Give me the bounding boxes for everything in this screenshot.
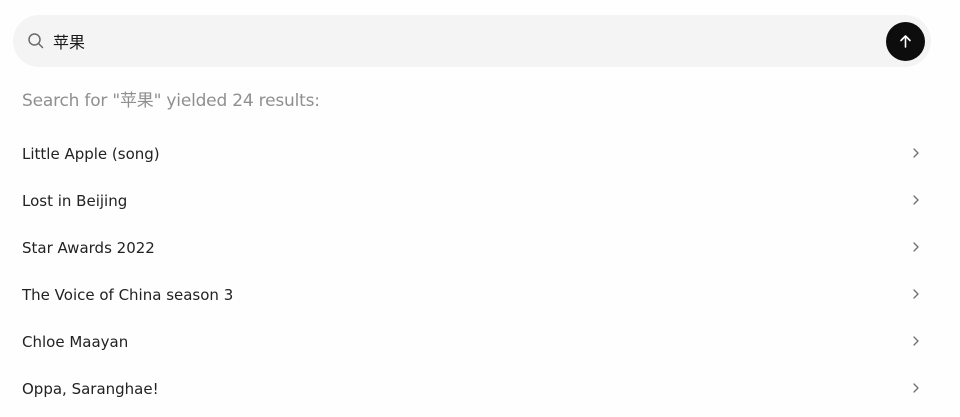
results-list: Little Apple (song) Lost in Beijing Star…: [0, 130, 960, 412]
chevron-right-icon: [913, 148, 919, 158]
search-page: Search for "苹果" yielded 24 results: Litt…: [0, 0, 960, 417]
list-item[interactable]: Chloe Maayan: [0, 318, 960, 365]
submit-search-button[interactable]: [886, 22, 925, 61]
result-label: Lost in Beijing: [22, 192, 128, 210]
results-summary: Search for "苹果" yielded 24 results:: [22, 91, 320, 111]
search-icon: [28, 33, 44, 49]
result-label: Oppa, Saranghae!: [22, 380, 159, 398]
arrow-up-icon: [900, 35, 911, 48]
chevron-right-icon: [913, 195, 919, 205]
chevron-right-icon: [913, 336, 919, 346]
list-item[interactable]: Star Awards 2022: [0, 224, 960, 271]
result-label: The Voice of China season 3: [22, 286, 234, 304]
result-label: Star Awards 2022: [22, 239, 155, 257]
list-item[interactable]: Little Apple (song): [0, 130, 960, 177]
chevron-right-icon: [913, 242, 919, 252]
list-item[interactable]: Lost in Beijing: [0, 177, 960, 224]
list-item[interactable]: The Voice of China season 3: [0, 271, 960, 318]
search-bar: [13, 15, 931, 67]
list-item[interactable]: Oppa, Saranghae!: [0, 365, 960, 412]
chevron-right-icon: [913, 383, 919, 393]
search-input[interactable]: [53, 29, 853, 53]
result-label: Little Apple (song): [22, 145, 160, 163]
chevron-right-icon: [913, 289, 919, 299]
result-label: Chloe Maayan: [22, 333, 129, 351]
